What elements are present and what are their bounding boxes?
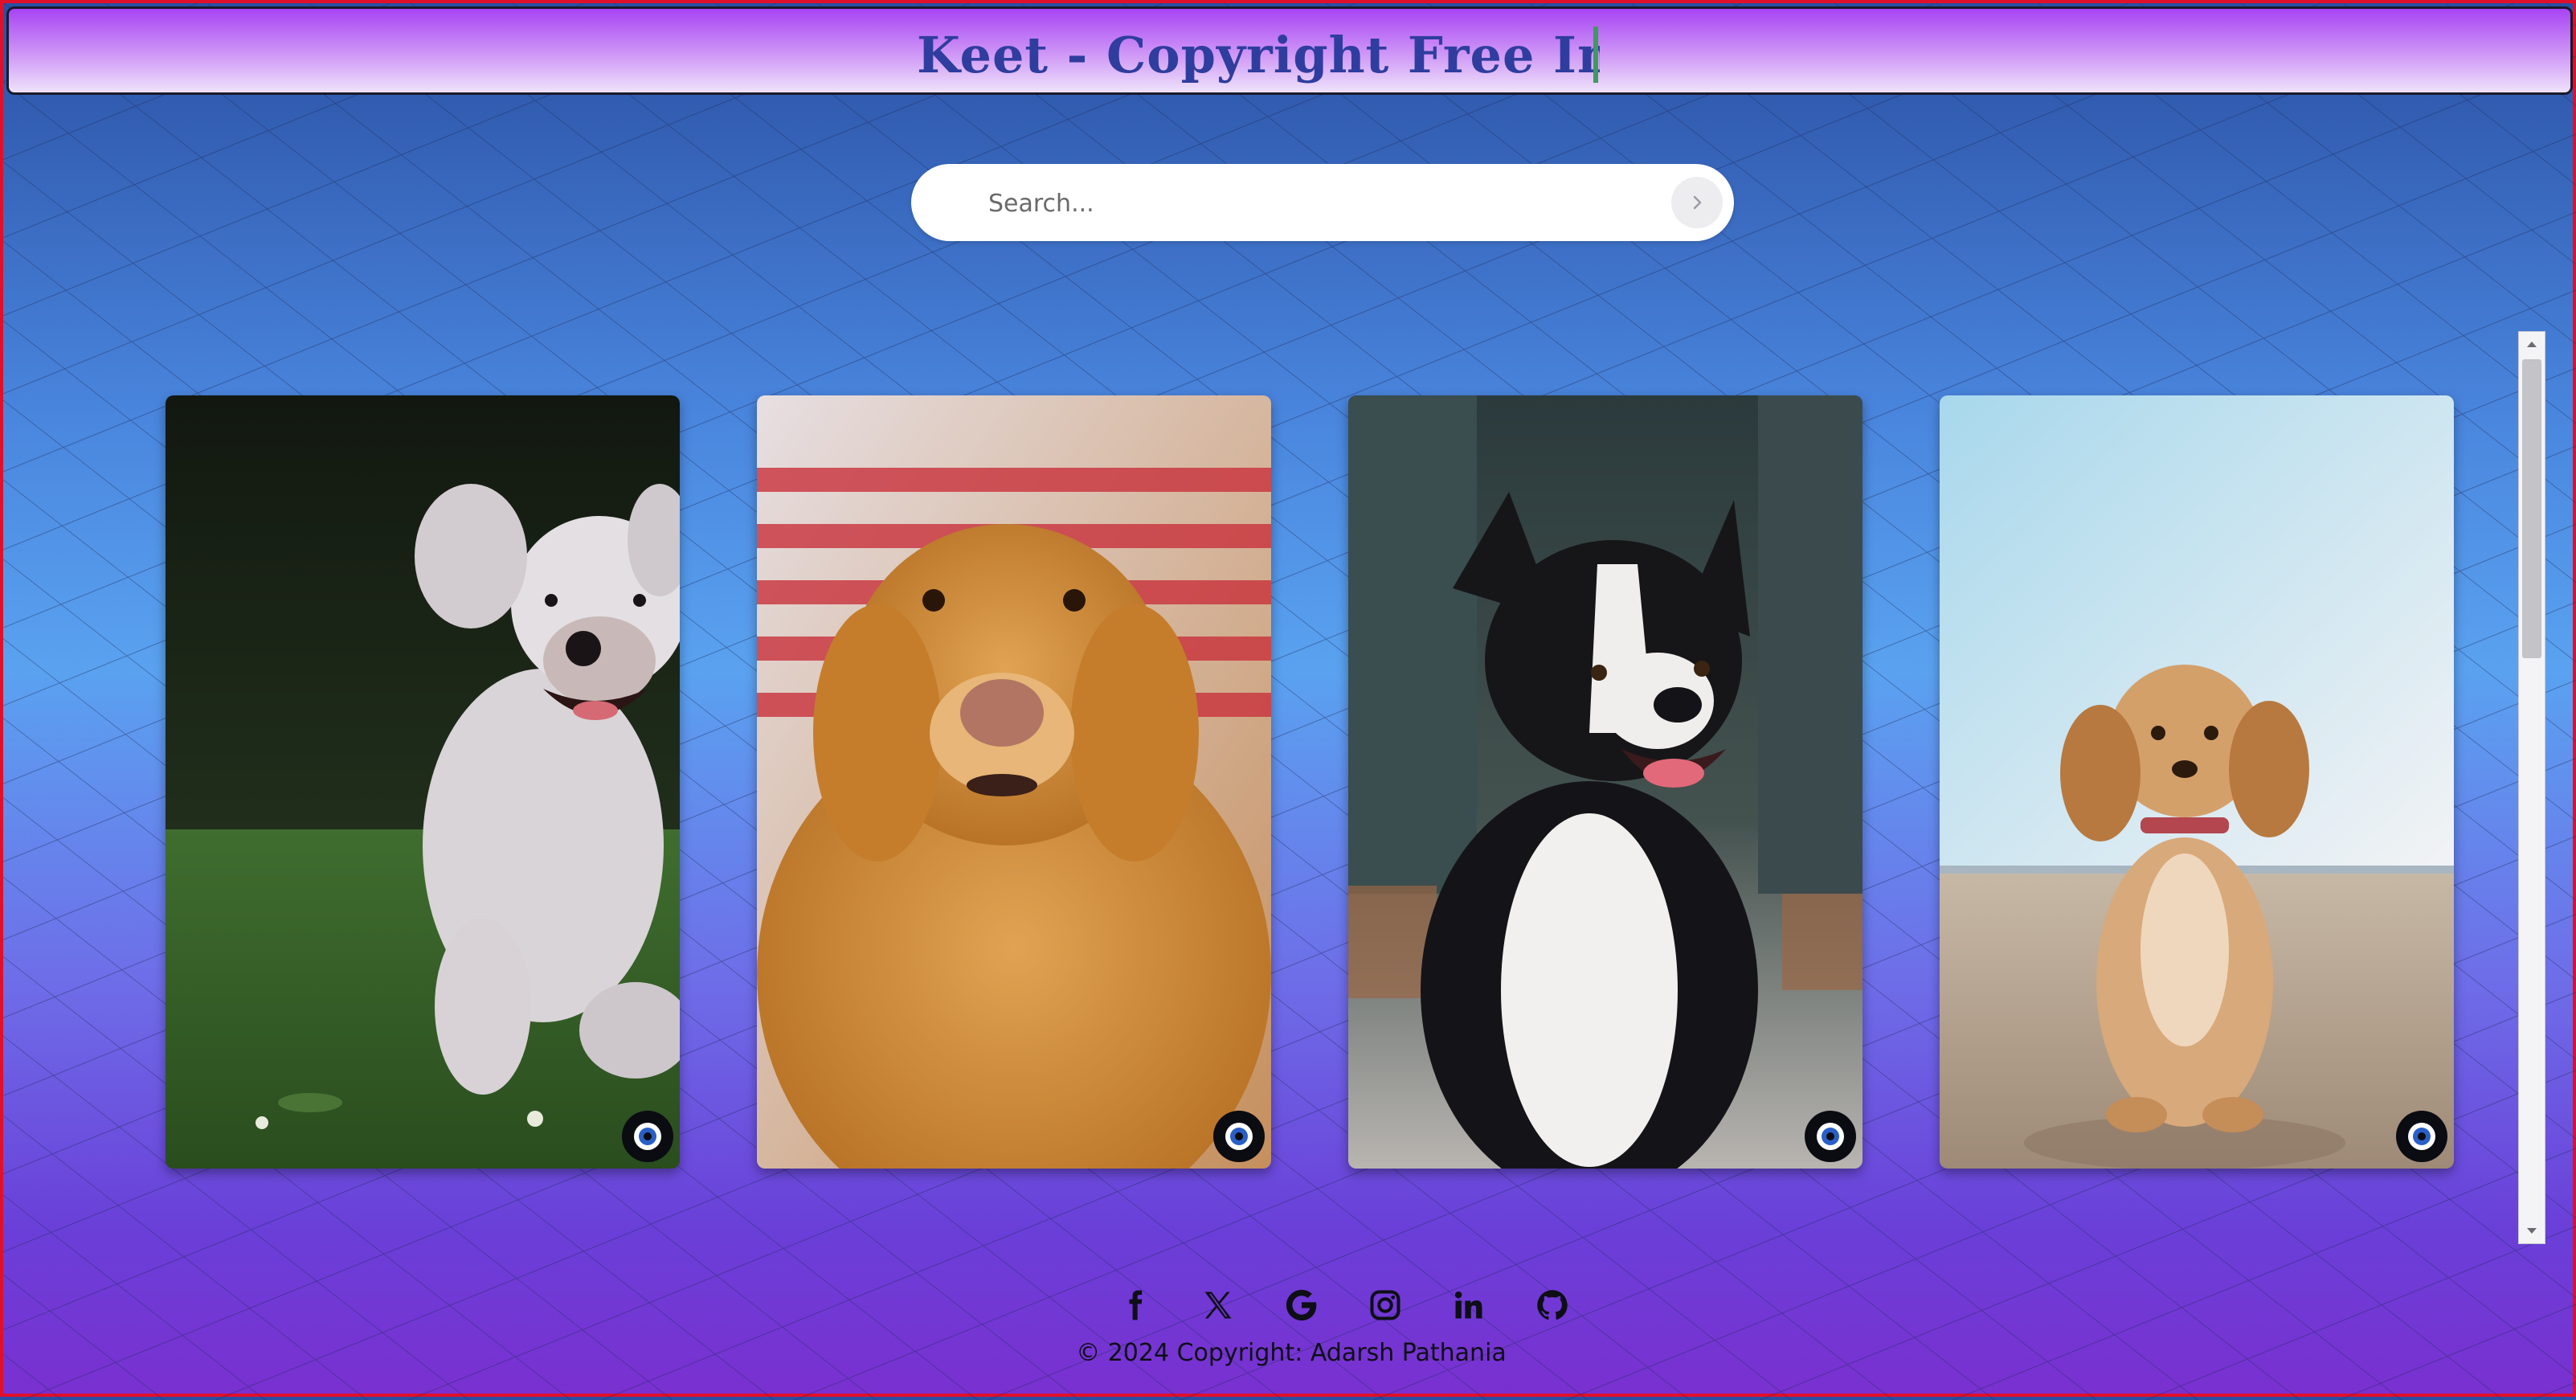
social-links: [1093, 1283, 1594, 1328]
lens-icon: [1225, 1123, 1253, 1150]
lens-icon: [634, 1123, 661, 1150]
view-image-button[interactable]: [1213, 1111, 1265, 1162]
footer: © 2024 Copyright: Adarsh Pathania: [3, 1265, 2576, 1394]
image-card[interactable]: [757, 395, 1271, 1169]
facebook-icon: [1129, 1290, 1143, 1320]
copyright-text: © 2024 Copyright: Adarsh Pathania: [1076, 1339, 1507, 1367]
scroll-up-arrow-icon[interactable]: [2519, 334, 2545, 354]
instagram-link[interactable]: [1343, 1283, 1427, 1328]
page-title: Keet - Copyright Free Imag: [917, 26, 1600, 84]
facebook-link[interactable]: [1093, 1283, 1176, 1328]
lens-icon: [1817, 1123, 1844, 1150]
lens-icon: [2408, 1123, 2435, 1150]
github-link[interactable]: [1511, 1283, 1594, 1328]
gallery-scrollbar[interactable]: [2518, 331, 2545, 1244]
image-card[interactable]: [1940, 395, 2454, 1169]
dog-photo-spaniel-puppy: [1940, 395, 2454, 1169]
view-image-button[interactable]: [1805, 1111, 1856, 1162]
search-submit-button[interactable]: [1671, 177, 1723, 228]
linkedin-link[interactable]: [1427, 1283, 1511, 1328]
image-card[interactable]: [166, 395, 680, 1169]
dog-photo-border-collie: [1348, 395, 1862, 1169]
view-image-button[interactable]: [2396, 1111, 2447, 1162]
image-gallery[interactable]: [3, 325, 2576, 1249]
google-link[interactable]: [1260, 1283, 1343, 1328]
title-bar: Keet - Copyright Free Imag: [6, 6, 2573, 95]
search-bar: [911, 164, 1734, 241]
dog-photo-poodle: [166, 395, 680, 1169]
google-icon: [1286, 1289, 1317, 1321]
dog-photo-golden-retriever: [757, 395, 1271, 1169]
search-input[interactable]: [987, 183, 1633, 223]
github-icon: [1537, 1290, 1568, 1320]
linkedin-icon: [1454, 1291, 1482, 1319]
text-cursor: [1593, 27, 1598, 83]
x-icon: [1204, 1292, 1232, 1319]
chevron-right-icon: [1693, 195, 1702, 210]
scroll-down-arrow-icon[interactable]: [2519, 1221, 2545, 1242]
instagram-icon: [1370, 1290, 1400, 1320]
scrollbar-thumb[interactable]: [2522, 359, 2541, 658]
image-card[interactable]: [1348, 395, 1862, 1169]
x-link[interactable]: [1176, 1283, 1260, 1328]
view-image-button[interactable]: [622, 1111, 673, 1162]
